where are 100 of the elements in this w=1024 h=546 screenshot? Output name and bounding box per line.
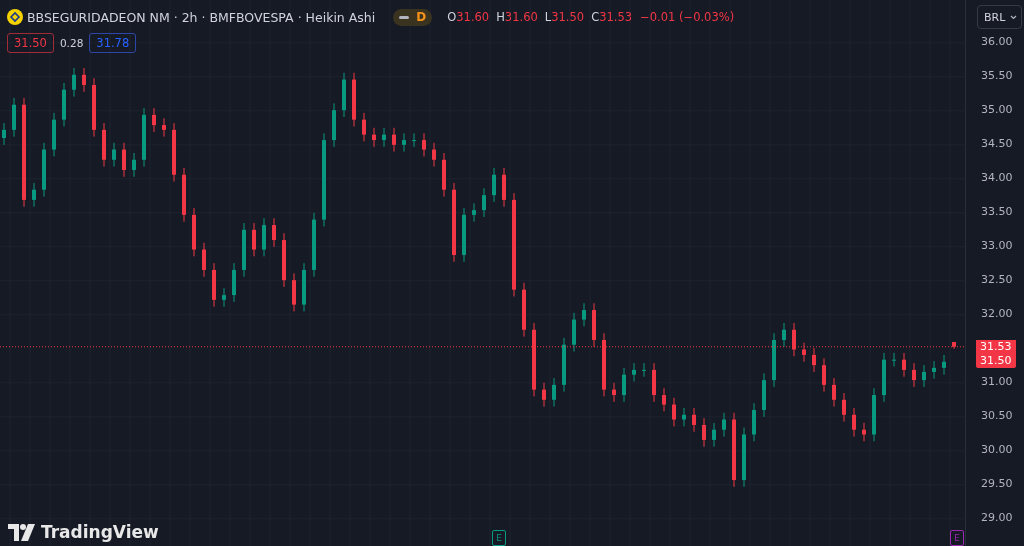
candlestick: [332, 102, 336, 148]
brand-name: TradingView: [41, 522, 159, 542]
candlestick: [712, 422, 716, 448]
price-axis-label: 35.50: [981, 68, 1013, 82]
ohlc-label: H: [496, 10, 505, 24]
candlestick: [952, 341, 956, 350]
candlestick: [522, 282, 526, 338]
candlestick: [702, 417, 706, 448]
candlestick: [282, 232, 286, 288]
candlestick: [872, 387, 876, 442]
earnings-event-marker[interactable]: E: [492, 530, 506, 546]
candlestick: [552, 377, 556, 408]
candlestick: [812, 347, 816, 373]
candlestick: [722, 412, 726, 438]
candlestick: [42, 142, 46, 197]
chevron-down-icon: [1010, 14, 1018, 20]
candlestick: [472, 202, 476, 223]
candlestick: [62, 82, 66, 127]
candlestick: [892, 352, 896, 367]
price-axis-label: 29.50: [981, 476, 1013, 490]
candlestick: [462, 207, 466, 263]
ohlc-value: 31.50: [551, 10, 585, 24]
minus-icon: [399, 15, 410, 19]
candlestick: [212, 262, 216, 308]
candlestick: [32, 182, 36, 208]
candlestick: [442, 152, 446, 197]
candlestick: [902, 352, 906, 378]
price-axis-label: 30.50: [981, 408, 1013, 422]
candlestick: [662, 387, 666, 412]
candlestick: [642, 362, 646, 378]
ohlc-value: 31.60: [504, 10, 538, 24]
candlestick: [402, 132, 406, 153]
candlestick: [682, 407, 686, 427]
candlestick: [572, 312, 576, 353]
candlestick: [632, 362, 636, 382]
price-axis-label: 32.50: [981, 272, 1013, 286]
candlestick: [602, 332, 606, 397]
earnings-event-marker[interactable]: E: [950, 530, 964, 546]
candlestick: [342, 72, 346, 118]
candlestick: [102, 122, 106, 168]
candlestick: [932, 360, 936, 380]
candlestick: [692, 407, 696, 433]
candlestick: [122, 142, 126, 178]
price-axis-label: 34.00: [981, 170, 1013, 184]
candlestick: [232, 262, 236, 303]
price-axis-label: 31.00: [981, 374, 1013, 388]
candlestick: [392, 127, 396, 153]
candlestick: [252, 222, 256, 257]
candlestick: [922, 364, 926, 388]
candlestick: [562, 337, 566, 393]
candlestick: [492, 167, 496, 203]
ohlc-label: O: [447, 10, 457, 24]
price-axis-label: 36.00: [981, 34, 1013, 48]
candlestick: [362, 112, 366, 142]
candlestick: [52, 112, 56, 157]
candlestick: [882, 352, 886, 403]
candlestick: [262, 217, 266, 257]
candlestick: [432, 142, 436, 168]
ohlc-label: L: [544, 10, 552, 24]
candlestick: [582, 302, 586, 327]
candlestick: [272, 217, 276, 248]
sell-button[interactable]: 31.50: [7, 33, 54, 53]
ohlc-value: 31.53: [599, 10, 633, 24]
candlestick: [152, 107, 156, 133]
candlestick: [202, 242, 206, 278]
candlestick: [762, 372, 766, 418]
candlestick: [862, 422, 866, 442]
buy-button[interactable]: 31.78: [89, 33, 137, 53]
currency-dropdown[interactable]: BRL: [977, 5, 1023, 29]
price-axis-label: 29.00: [981, 510, 1013, 524]
ohlc-label: C: [591, 10, 600, 24]
candlestick: [752, 402, 756, 442]
candlestick: [912, 362, 916, 388]
symbol-logo-icon: [7, 9, 23, 25]
candlestick: [832, 377, 836, 408]
candlestick: [942, 354, 946, 376]
candlestick: [652, 362, 656, 403]
candlestick: [412, 132, 416, 148]
candlestick: [612, 382, 616, 403]
price-axis-label: 34.50: [981, 136, 1013, 150]
candlestick: [162, 117, 166, 138]
candlestick: [422, 132, 426, 157]
candlestick: [2, 122, 6, 146]
candlestick: [372, 127, 376, 148]
spread-value: 0.28: [59, 37, 84, 49]
symbol-title[interactable]: BBSEGURIDADEON NM · 2h · BMFBOVESPA · Heikin Ashi: [27, 9, 376, 25]
candlestick: [772, 332, 776, 388]
candlestick: [142, 107, 146, 168]
candlestick: [192, 207, 196, 257]
candlestick: [592, 302, 596, 348]
candlestick: [292, 272, 296, 312]
candlestick: [622, 367, 626, 403]
candlestick: [502, 167, 506, 208]
candlestick: [222, 287, 226, 308]
price-axis-label: 33.50: [981, 204, 1013, 218]
ohlc-value: 31.60: [456, 10, 490, 24]
candlestick: [182, 167, 186, 223]
candlestick: [312, 212, 316, 278]
candlestick: [542, 382, 546, 408]
candlestick: [482, 187, 486, 218]
